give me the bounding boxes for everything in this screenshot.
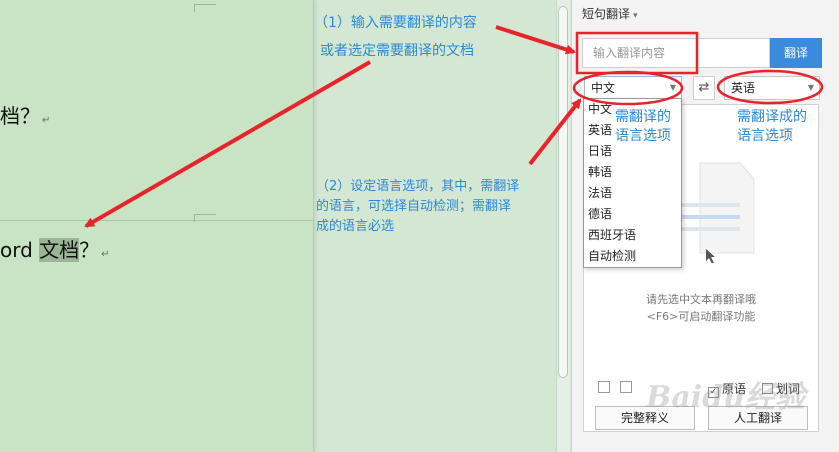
document-line-2-suffix: ？ (79, 238, 100, 262)
source-language-select[interactable]: 中文 ▼ (584, 76, 682, 100)
chevron-down-icon: ▼ (669, 83, 676, 92)
watermark: Baidu经验 (646, 380, 805, 415)
panel-title-text: 短句翻译 (582, 7, 631, 21)
annotation-target-language: 需翻译成的 语言选项 (737, 108, 807, 146)
document-line-2[interactable]: ord 文档？ ↵ (0, 234, 110, 263)
annotation-step2: （2）设定语言选项，其中，需翻译 的语言，可选择自动检测；需翻译 成的语言必选 (316, 177, 556, 237)
language-option[interactable]: 法语 (584, 183, 681, 204)
hint-select-text: 请先选中文本再翻译哦 (646, 293, 756, 306)
translate-input[interactable]: 输入翻译内容 (582, 38, 770, 68)
hint-shortcut: <F6>可启动翻译功能 (646, 310, 756, 323)
annotation-target-language-line2: 语言选项 (737, 128, 793, 144)
language-option[interactable]: 德语 (584, 204, 681, 225)
annotation-source-language: 需翻译的 语言选项 (615, 108, 671, 146)
selected-text[interactable]: 文档 (39, 238, 80, 262)
paragraph-mark: ↵ (42, 115, 51, 126)
language-option[interactable]: 西班牙语 (584, 225, 681, 246)
annotation-step1-line2: 或者选定需要翻译的文档 (320, 43, 474, 59)
swap-languages-button[interactable]: ⇄ (693, 76, 715, 100)
panel-title[interactable]: 短句翻译 ▾ (582, 5, 638, 22)
translate-button[interactable]: 翻译 (770, 38, 822, 68)
annotation-target-language-line1: 需翻译成的 (737, 109, 807, 125)
copy-icon[interactable] (598, 381, 610, 393)
source-language-value: 中文 (591, 81, 616, 95)
language-option[interactable]: 韩语 (584, 162, 681, 183)
page-corner-mark (194, 214, 216, 222)
language-option[interactable]: 自动检测 (584, 246, 681, 267)
document-page[interactable]: 档？ ↵ ord 文档？ ↵ (0, 0, 314, 452)
document-line-2-prefix: ord (0, 238, 40, 262)
chevron-down-icon: ▼ (807, 83, 814, 92)
annotation-source-language-line2: 语言选项 (615, 128, 671, 144)
paragraph-mark: ↵ (101, 249, 110, 260)
document-line-1[interactable]: 档？ ↵ (0, 100, 50, 129)
annotation-step2-line3: 成的语言必选 (316, 219, 395, 234)
page-break (0, 220, 314, 221)
document-scrollbar-thumb[interactable] (558, 6, 568, 378)
annotation-step1-line1: （1）输入需要翻译的内容 (314, 15, 477, 31)
annotation-step2-line2: 的语言，可选择自动检测；需翻译 (316, 199, 512, 214)
result-toolbar (598, 381, 642, 396)
document-line-1-text: 档？ (0, 104, 40, 128)
chevron-down-icon: ▾ (633, 11, 638, 21)
target-language-value: 英语 (731, 81, 756, 95)
annotation-source-language-line1: 需翻译的 (615, 109, 671, 125)
target-language-select[interactable]: 英语 ▼ (724, 76, 820, 100)
insert-icon[interactable] (620, 381, 632, 393)
document-illustration-icon (680, 162, 755, 263)
page-corner-mark (194, 4, 216, 12)
swap-icon: ⇄ (698, 80, 710, 95)
annotation-step2-line1: （2）设定语言选项，其中，需翻译 (316, 179, 520, 194)
